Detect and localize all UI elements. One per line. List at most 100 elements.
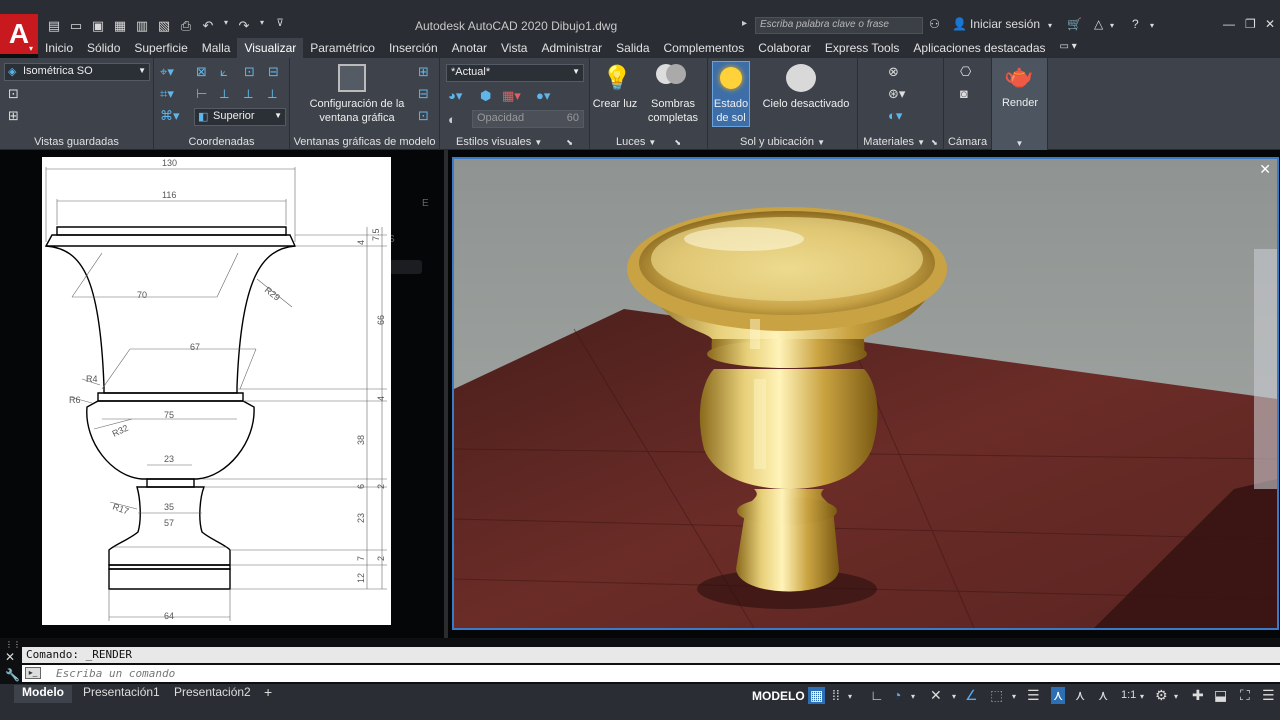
tab-superficie[interactable]: Superficie	[127, 38, 194, 58]
tab-administrar[interactable]: Administrar	[534, 38, 609, 58]
tab-solido[interactable]: Sólido	[80, 38, 127, 58]
sky-cloud-icon[interactable]	[786, 64, 816, 92]
isolate-objects-icon[interactable]: ⬓	[1214, 687, 1227, 704]
close-icon[interactable]: ✕	[1265, 17, 1275, 31]
sky-off-button[interactable]: Cielo desactivado	[756, 97, 856, 111]
drawing-area[interactable]: N O E S	[0, 150, 1280, 638]
application-menu-button[interactable]: A ▾	[0, 14, 38, 54]
tab-visualizar[interactable]: Visualizar	[237, 38, 304, 58]
add-layout-button[interactable]: +	[264, 684, 272, 700]
search-expand-icon[interactable]: ▸	[742, 18, 747, 29]
object-snap-tracking-icon[interactable]: ∠	[965, 687, 978, 704]
signin-button[interactable]: Iniciar sesión	[970, 17, 1040, 31]
object-snap-dropdown-icon[interactable]: ▾	[1012, 692, 1016, 701]
tab-inicio[interactable]: Inicio	[38, 38, 80, 58]
autodesk-app-icon[interactable]: △	[1094, 17, 1103, 31]
tab-parametrico[interactable]: Paramétrico	[303, 38, 382, 58]
viewport-splitter[interactable]	[444, 150, 448, 638]
sun-status-button[interactable]: Estado de sol	[712, 61, 750, 127]
command-grip-icon[interactable]: ⋮⋮	[5, 640, 21, 649]
ribbon-toggle-icon[interactable]: ▭ ▾	[1053, 38, 1084, 58]
customize-icon[interactable]: ☰	[1262, 687, 1275, 704]
polar-icon[interactable]: ◔	[893, 687, 901, 703]
new-icon[interactable]: ▤	[46, 18, 62, 34]
named-views-dropdown[interactable]: ◈ Isométrica SO ▼	[4, 63, 150, 81]
model-space-toggle[interactable]: MODELO	[752, 689, 805, 703]
annotation-scale-icon[interactable]: ⋏	[1098, 687, 1108, 704]
dialog-launcher-icon[interactable]: ⬊	[566, 138, 573, 147]
full-shadows-button[interactable]: Sombras completas	[642, 97, 704, 125]
save-as-icon[interactable]: ▦	[112, 18, 128, 34]
render-viewport[interactable]: ✕	[452, 157, 1279, 630]
redo-icon[interactable]: ↷	[236, 18, 252, 34]
viewport-restore-icon[interactable]: ⊡	[418, 108, 429, 124]
workspace-gear-icon[interactable]: ⚙	[1155, 687, 1168, 704]
chevron-down-icon[interactable]: ▼	[534, 138, 542, 147]
annotation-scale-value[interactable]: 1:1	[1121, 689, 1136, 701]
tab-anotar[interactable]: Anotar	[445, 38, 494, 58]
user-icon[interactable]: 👤	[952, 17, 967, 31]
create-camera-icon[interactable]: ⎔	[960, 64, 971, 80]
tab-presentacion1[interactable]: Presentación1	[83, 685, 160, 699]
ucs-z-icon[interactable]: ⟂	[268, 86, 277, 102]
snap-icon[interactable]: ⁞⁞	[832, 687, 840, 703]
tab-vista[interactable]: Vista	[494, 38, 534, 58]
grid-icon[interactable]: ▦	[808, 687, 826, 704]
face-style-icon[interactable]: ⬢	[480, 88, 491, 104]
tab-modelo[interactable]: Modelo	[14, 685, 72, 703]
viewport-named-icon[interactable]: ⊞	[418, 64, 429, 80]
tab-express-tools[interactable]: Express Tools	[818, 38, 906, 58]
render-button[interactable]: Render	[992, 96, 1048, 110]
search-input[interactable]: Escriba palabra clave o frase	[755, 17, 923, 34]
command-settings-icon[interactable]: 🔧	[5, 668, 20, 682]
visual-style-dropdown[interactable]: *Actual* ▼	[446, 64, 584, 82]
tab-aplicaciones-destacadas[interactable]: Aplicaciones destacadas	[906, 38, 1052, 58]
binoculars-icon[interactable]: ⚇	[929, 17, 940, 31]
fullscreen-icon[interactable]: ⛶	[1240, 687, 1250, 704]
workspace-dropdown-icon[interactable]: ▾	[1174, 692, 1178, 701]
app-dropdown-icon[interactable]: ▾	[1110, 21, 1114, 30]
material-mapping-icon[interactable]: ◐▾	[888, 108, 902, 124]
lineweight-icon[interactable]: ☰	[1027, 687, 1040, 704]
dialog-launcher-icon[interactable]: ⬊	[674, 138, 681, 147]
dialog-launcher-icon[interactable]: ⬊	[931, 138, 938, 147]
save-web-icon[interactable]: ▧	[156, 18, 172, 34]
chevron-down-icon[interactable]: ▼	[648, 138, 656, 147]
close-viewport-icon[interactable]: ✕	[1259, 161, 1271, 178]
ucs-view-icon[interactable]: ⊢	[196, 86, 207, 102]
chevron-down-icon[interactable]: ▼	[817, 138, 825, 147]
ucs-object-icon[interactable]: ⊟	[268, 64, 279, 80]
tab-complementos[interactable]: Complementos	[657, 38, 752, 58]
tab-salida[interactable]: Salida	[609, 38, 656, 58]
ucs-face-icon[interactable]: ⊡	[244, 64, 255, 80]
command-prompt-icon[interactable]: ▸_	[25, 667, 41, 679]
polar-dropdown-icon[interactable]: ▾	[911, 692, 915, 701]
undo-icon[interactable]: ↶	[200, 18, 216, 34]
opacity-toggle-icon[interactable]: ◐	[448, 112, 456, 127]
viewport-config-icon[interactable]	[338, 64, 366, 92]
ucs-previous-icon[interactable]: ⟀	[220, 64, 228, 80]
help-icon[interactable]: ?	[1132, 17, 1139, 31]
tab-colaborar[interactable]: Colaborar	[751, 38, 818, 58]
isodraft-icon[interactable]: ✕	[930, 687, 942, 704]
chevron-down-icon[interactable]: ▼	[917, 138, 925, 147]
add-icon[interactable]: ✚	[1192, 687, 1204, 704]
create-light-button[interactable]: Crear luz	[592, 97, 638, 111]
opacity-slider[interactable]: Opacidad 60	[472, 110, 584, 128]
customize-qat-icon[interactable]: ⊽	[272, 18, 288, 34]
annotation-visibility-icon[interactable]: ⋏	[1051, 687, 1066, 704]
shadows-icon[interactable]	[656, 64, 688, 86]
ucs-world-icon[interactable]: ⊠	[196, 64, 207, 80]
ucs-icon[interactable]: ⌖▾	[160, 64, 174, 80]
undo-dropdown-icon[interactable]: ▾	[222, 18, 230, 34]
ortho-icon[interactable]: ∟	[870, 687, 884, 703]
viewcube-east-label[interactable]: E	[422, 198, 429, 209]
materials-attach-icon[interactable]: ⊛▾	[888, 86, 905, 102]
tab-presentacion2[interactable]: Presentación2	[174, 685, 251, 699]
ucs-view-dropdown[interactable]: ◧ Superior ▼	[194, 108, 286, 126]
ucs-origin-icon[interactable]: ⌗▾	[160, 86, 174, 102]
materials-browser-icon[interactable]: ⊗	[888, 64, 899, 80]
object-snap-icon[interactable]: ⬚	[990, 687, 1003, 704]
autoscale-icon[interactable]: ⋏	[1075, 687, 1085, 704]
scale-dropdown-icon[interactable]: ▾	[1140, 692, 1144, 701]
